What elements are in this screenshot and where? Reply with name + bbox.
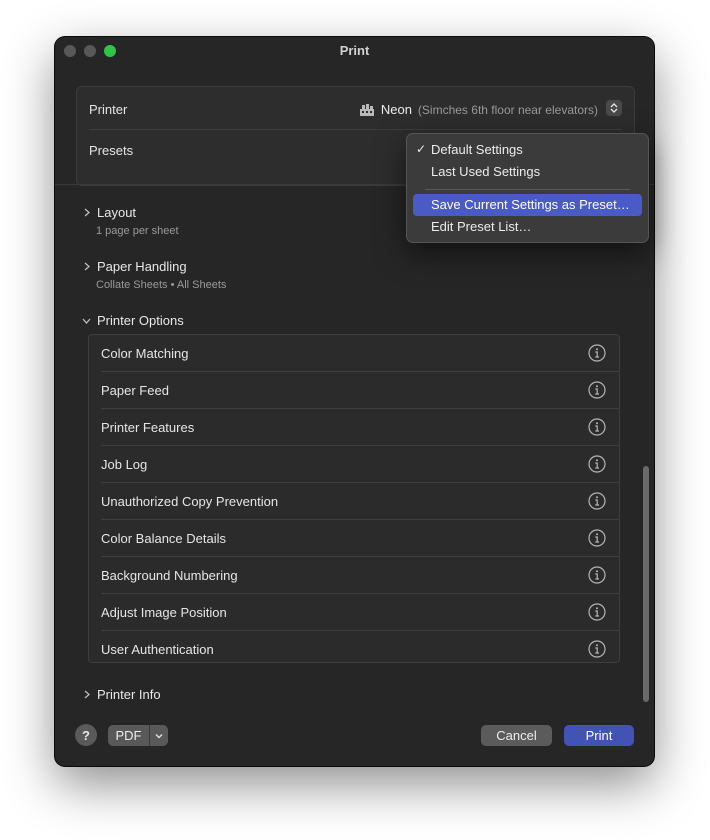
- scrollbar[interactable]: [643, 466, 649, 702]
- chevron-right-icon: [84, 690, 90, 699]
- chevron-down-icon: [155, 733, 163, 738]
- printer-option-row[interactable]: Adjust Image Position: [89, 594, 619, 631]
- chevron-right-icon: [84, 262, 90, 271]
- printer-option-row[interactable]: Background Numbering: [89, 557, 619, 594]
- title-bar: Print: [55, 37, 654, 65]
- info-icon[interactable]: [588, 381, 606, 399]
- presets-dropdown-menu: ✓ Default Settings Last Used Settings Sa…: [406, 133, 649, 243]
- menu-item-save-current-settings[interactable]: Save Current Settings as Preset…: [413, 194, 642, 216]
- printer-options-list: Color Matching Paper Feed Printer Features…: [88, 334, 620, 663]
- printer-option-row[interactable]: Unauthorized Copy Prevention: [89, 483, 619, 520]
- info-icon[interactable]: [588, 418, 606, 436]
- chevron-down-icon: [82, 318, 91, 324]
- chevron-right-icon: [84, 208, 90, 217]
- section-layout[interactable]: Layout: [82, 205, 136, 220]
- printer-name: Neon: [380, 102, 412, 117]
- section-printer-options[interactable]: Printer Options: [82, 313, 184, 328]
- printer-option-row[interactable]: Color Balance Details: [89, 520, 619, 557]
- pdf-dropdown-arrow[interactable]: [150, 733, 168, 739]
- section-layout-title: Layout: [97, 205, 137, 220]
- help-button[interactable]: ?: [75, 724, 97, 746]
- info-icon[interactable]: [588, 344, 606, 362]
- printer-icon: [359, 103, 374, 116]
- printer-option-row[interactable]: Paper Feed: [89, 372, 619, 409]
- section-paper-handling[interactable]: Paper Handling: [82, 259, 187, 274]
- pdf-menu-button[interactable]: PDF: [108, 725, 168, 746]
- checkmark-icon: ✓: [416, 142, 427, 156]
- cancel-button[interactable]: Cancel: [481, 725, 552, 746]
- printer-label: Printer: [89, 102, 128, 117]
- info-icon[interactable]: [588, 640, 606, 658]
- printer-option-row[interactable]: Job Log: [89, 446, 619, 483]
- section-paper-handling-summary: Collate Sheets • All Sheets: [96, 279, 227, 291]
- info-icon[interactable]: [588, 492, 606, 510]
- section-printer-info[interactable]: Printer Info: [82, 687, 161, 702]
- menu-item-last-used-settings[interactable]: Last Used Settings: [413, 161, 642, 183]
- printer-option-label: User Authentication: [101, 642, 214, 657]
- printer-option-label: Adjust Image Position: [101, 605, 227, 620]
- printer-option-label: Job Log: [101, 457, 148, 472]
- info-icon[interactable]: [588, 455, 606, 473]
- section-printer-info-title: Printer Info: [97, 687, 161, 702]
- info-icon[interactable]: [588, 566, 606, 584]
- section-paper-handling-title: Paper Handling: [97, 259, 187, 274]
- printer-selector[interactable]: Neon (Simches 6th floor near elevators): [359, 102, 598, 117]
- printer-option-label: Background Numbering: [101, 568, 238, 583]
- pdf-button-label: PDF: [108, 725, 150, 746]
- printer-option-row[interactable]: Printer Features: [89, 409, 619, 446]
- printer-location: (Simches 6th floor near elevators): [417, 102, 598, 117]
- info-icon[interactable]: [588, 603, 606, 621]
- printer-option-label: Color Matching: [101, 346, 189, 361]
- printer-option-label: Printer Features: [101, 420, 195, 435]
- printer-popup-arrows[interactable]: [606, 100, 622, 116]
- menu-separator: [425, 189, 630, 190]
- menu-item-edit-preset-list[interactable]: Edit Preset List…: [413, 216, 642, 238]
- print-button[interactable]: Print: [564, 725, 634, 746]
- window-title: Print: [339, 43, 370, 58]
- section-layout-summary: 1 page per sheet: [96, 225, 179, 237]
- up-down-chevron-icon: [610, 103, 618, 113]
- printer-option-row[interactable]: User Authentication: [89, 631, 619, 668]
- info-icon[interactable]: [588, 529, 606, 547]
- printer-option-row[interactable]: Color Matching: [89, 335, 619, 372]
- printer-option-label: Color Balance Details: [101, 531, 227, 546]
- section-printer-options-title: Printer Options: [97, 313, 184, 328]
- divider: [89, 129, 622, 130]
- menu-item-default-settings[interactable]: ✓ Default Settings: [413, 139, 642, 161]
- printer-option-label: Unauthorized Copy Prevention: [101, 494, 279, 509]
- presets-label: Presets: [89, 143, 134, 158]
- printer-option-label: Paper Feed: [101, 383, 169, 398]
